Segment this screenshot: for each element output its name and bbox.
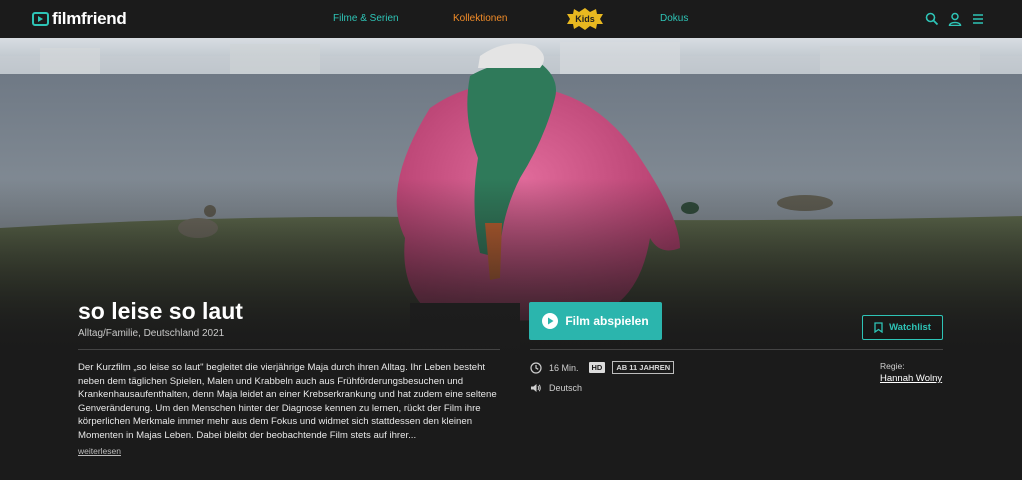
top-navigation-bar: filmfriend Filme & Serien Kollektionen K… xyxy=(0,0,1022,38)
film-meta-row: 16 Min. HD AB 11 JAHREN xyxy=(530,361,675,374)
bookmark-icon xyxy=(874,322,883,333)
film-duration: 16 Min. xyxy=(549,362,579,373)
nav-dokus[interactable]: Dokus xyxy=(660,0,688,38)
logo-text: filmfriend xyxy=(52,9,127,28)
read-more-link[interactable]: weiterlesen xyxy=(78,446,121,456)
right-divider xyxy=(530,349,943,350)
filmfriend-logo[interactable]: filmfriend xyxy=(32,9,127,29)
film-language: Deutsch xyxy=(549,383,583,393)
play-film-label: Film abspielen xyxy=(565,314,649,328)
play-icon xyxy=(542,313,559,329)
nav-filme-serien[interactable]: Filme & Serien xyxy=(333,0,399,38)
menu-icon[interactable] xyxy=(971,12,985,26)
hd-badge: HD xyxy=(588,362,606,373)
nav-kids-label: Kids xyxy=(575,14,595,24)
play-screen-icon xyxy=(32,12,49,26)
speaker-icon xyxy=(531,384,541,392)
film-title: so leise so laut xyxy=(78,298,243,324)
watchlist-button[interactable]: Watchlist xyxy=(862,315,943,340)
nav-kollektionen[interactable]: Kollektionen xyxy=(453,0,507,38)
play-film-button[interactable]: Film abspielen xyxy=(529,302,662,340)
clock-icon xyxy=(530,361,542,374)
watchlist-label: Watchlist xyxy=(889,322,931,333)
director-label: Regie: xyxy=(880,361,905,371)
search-icon[interactable] xyxy=(925,12,939,26)
director-link[interactable]: Hannah Wolny xyxy=(880,373,942,384)
film-genre-line: Alltag/Familie, Deutschland 2021 xyxy=(78,328,225,339)
age-rating-badge: AB 11 JAHREN xyxy=(612,361,675,374)
language-row: Deutsch xyxy=(530,382,582,394)
user-icon[interactable] xyxy=(948,12,962,26)
film-description: Der Kurzfilm „so leise so laut" begleite… xyxy=(78,362,497,441)
nav-kids[interactable]: Kids xyxy=(566,8,604,30)
left-divider xyxy=(78,349,500,350)
